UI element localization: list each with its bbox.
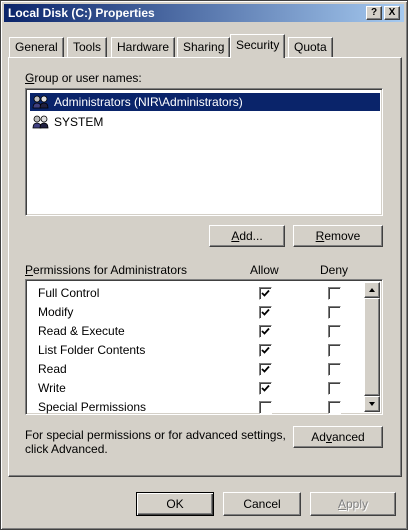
deny-header: Deny: [320, 263, 349, 277]
permissions-list[interactable]: Full Control Modify Read & Execute List Fol…: [25, 279, 383, 415]
permission-row-list-folder-contents: List Folder Contents: [26, 341, 366, 360]
permission-row-modify: Modify: [26, 303, 366, 322]
advanced-hint-line1: For special permissions or for advanced …: [25, 428, 286, 442]
users-list[interactable]: Administrators (NIR\Administrators) SYST…: [25, 88, 383, 216]
permission-name: Special Permissions: [38, 400, 147, 414]
advanced-hint-line2: click Advanced.: [25, 442, 108, 456]
deny-checkbox[interactable]: [328, 344, 341, 357]
list-item-system[interactable]: SYSTEM: [30, 113, 380, 131]
scroll-up-button[interactable]: [364, 282, 380, 298]
close-button[interactable]: X: [384, 6, 400, 20]
advanced-button[interactable]: Advanced: [293, 426, 383, 448]
cancel-button[interactable]: Cancel: [223, 492, 301, 516]
deny-checkbox[interactable]: [328, 306, 341, 319]
allow-checkbox[interactable]: [259, 287, 272, 300]
tab-tools[interactable]: Tools: [67, 37, 108, 57]
user-group-icon: [32, 114, 50, 130]
apply-button[interactable]: Apply: [310, 492, 396, 516]
title-bar[interactable]: Local Disk (C:) Properties ? X: [4, 4, 404, 22]
tab-general[interactable]: General: [9, 37, 64, 57]
scroll-thumb[interactable]: [364, 298, 380, 396]
remove-button[interactable]: Remove: [293, 225, 383, 247]
add-button[interactable]: Add...: [209, 225, 285, 247]
user-name: Administrators (NIR\Administrators): [54, 95, 243, 109]
allow-checkbox[interactable]: [259, 401, 272, 414]
permission-name: Write: [38, 381, 66, 395]
tab-quota[interactable]: Quota: [288, 37, 333, 57]
permission-name: Read: [38, 362, 67, 376]
permissions-label: Permissions for Administrators: [25, 263, 188, 277]
scroll-down-button[interactable]: [364, 396, 380, 412]
allow-checkbox[interactable]: [259, 306, 272, 319]
allow-header: Allow: [250, 263, 279, 277]
allow-checkbox[interactable]: [259, 344, 272, 357]
list-item-administrators[interactable]: Administrators (NIR\Administrators): [30, 93, 380, 111]
permission-row-full-control: Full Control: [26, 284, 366, 303]
deny-checkbox[interactable]: [328, 287, 341, 300]
user-name: SYSTEM: [54, 115, 104, 129]
permission-name: Read & Execute: [38, 324, 125, 338]
arrow-up-icon: [369, 288, 375, 292]
ok-button[interactable]: OK: [136, 492, 214, 516]
properties-dialog: Local Disk (C:) Properties ? X General T…: [0, 0, 408, 530]
deny-checkbox[interactable]: [328, 363, 341, 376]
security-tab-panel: Group or user names: Administrators (NIR…: [8, 57, 402, 477]
allow-checkbox[interactable]: [259, 363, 272, 376]
help-button[interactable]: ?: [366, 6, 382, 20]
group-or-user-names-label: Group or user names:: [25, 71, 142, 85]
user-group-icon: [32, 94, 50, 110]
arrow-down-icon: [369, 402, 375, 406]
tab-security[interactable]: Security: [230, 34, 286, 58]
deny-checkbox[interactable]: [328, 325, 341, 338]
permission-row-read-execute: Read & Execute: [26, 322, 366, 341]
window-title: Local Disk (C:) Properties: [8, 6, 155, 20]
permission-row-special-permissions: Special Permissions: [26, 398, 366, 414]
allow-checkbox[interactable]: [259, 382, 272, 395]
permission-name: Full Control: [38, 286, 100, 300]
permission-row-write: Write: [26, 379, 366, 398]
permissions-scrollbar[interactable]: [364, 282, 380, 412]
tab-sharing[interactable]: Sharing: [177, 37, 231, 57]
tab-hardware[interactable]: Hardware: [111, 37, 176, 57]
deny-checkbox[interactable]: [328, 382, 341, 395]
permission-name: Modify: [38, 305, 74, 319]
allow-checkbox[interactable]: [259, 325, 272, 338]
permission-name: List Folder Contents: [38, 343, 146, 357]
deny-checkbox[interactable]: [328, 401, 341, 414]
permission-row-read: Read: [26, 360, 366, 379]
